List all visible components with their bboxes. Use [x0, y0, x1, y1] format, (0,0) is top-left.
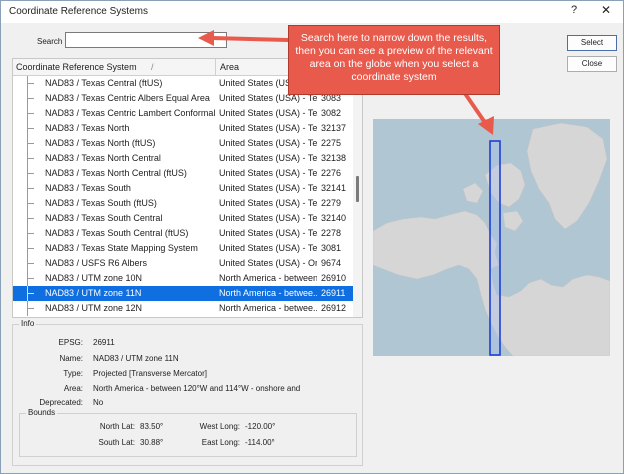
arrow-to-search-line	[211, 36, 289, 42]
arrow-to-map-line	[462, 90, 488, 126]
annotation-callout: Search here to narrow down the results, …	[288, 25, 500, 95]
arrow-to-search-head	[198, 30, 214, 46]
callout-text: Search here to narrow down the results, …	[295, 32, 493, 83]
